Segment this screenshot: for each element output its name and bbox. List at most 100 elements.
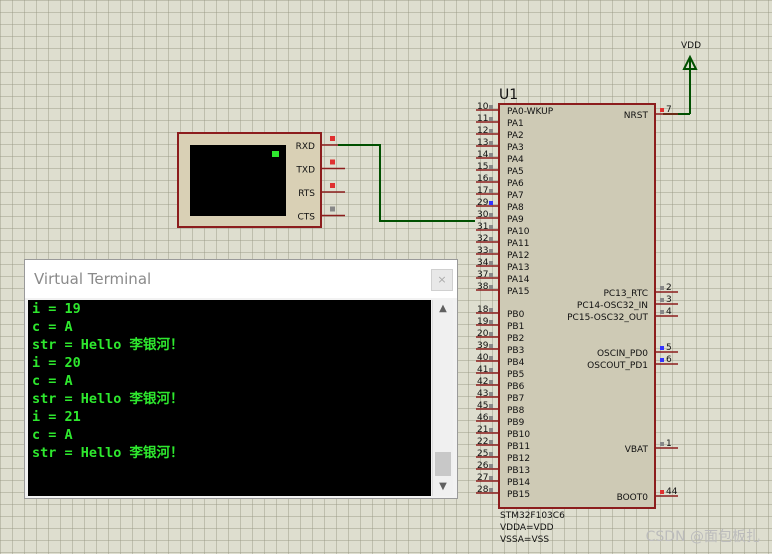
terminal-line: i = 21: [32, 409, 81, 425]
virtual-terminal-title: Virtual Terminal: [34, 270, 152, 288]
pin-name: PA12: [507, 251, 529, 261]
pin-number: 30: [477, 210, 489, 220]
watermark: CSDN @面包板扎: [645, 529, 760, 545]
pin-name: PA14: [507, 275, 530, 285]
virtual-terminal-window[interactable]: Virtual Terminal × i = 19 c = A str = He…: [24, 259, 458, 499]
pin-name: PB12: [507, 454, 530, 464]
pin-name: PC15-OSC32_OUT: [567, 313, 648, 323]
pin-number: 15: [477, 162, 488, 172]
pin-number: 46: [477, 413, 489, 423]
terminal-output[interactable]: i = 19 c = A str = Hello 李银河！ i = 20 c =…: [28, 300, 431, 496]
pin-number: 41: [477, 365, 488, 375]
terminal-line: c = A: [32, 427, 73, 443]
pin-number: 1: [666, 439, 672, 449]
pin-name: PB10: [507, 430, 530, 440]
pin-number: 12: [477, 126, 488, 136]
terminal-line: i = 20: [32, 355, 81, 371]
close-button[interactable]: ×: [431, 269, 453, 291]
pin-number: 11: [477, 114, 488, 124]
pin-name: RXD: [296, 142, 315, 152]
terminal-line: str = Hello 李银河！: [32, 391, 184, 407]
pin-number: 45: [477, 401, 488, 411]
pin-number: 26: [477, 461, 489, 471]
pin-number: 29: [477, 198, 489, 208]
terminal-line: c = A: [32, 319, 73, 335]
pin-number: 42: [477, 377, 488, 387]
pin-name: PC13_RTC: [603, 289, 648, 299]
pin-number: 5: [666, 343, 672, 353]
pin-name: PB1: [507, 322, 524, 332]
pin-number: 2: [666, 283, 672, 293]
terminal-line: i = 19: [32, 301, 81, 317]
pin-name: PA9: [507, 215, 524, 225]
pin-number: 6: [666, 355, 672, 365]
scrollbar-thumb[interactable]: [435, 452, 451, 476]
scroll-down-icon[interactable]: ▼: [433, 478, 453, 496]
vdd-terminal[interactable]: [682, 54, 698, 114]
pin-number: 25: [477, 449, 488, 459]
vdd-label: VDD: [681, 41, 701, 51]
terminal-line: c = A: [32, 373, 73, 389]
pin-name: OSCIN_PD0: [597, 349, 648, 359]
pin-number: 37: [477, 270, 488, 280]
pin-name: CTS: [298, 213, 316, 223]
pin-name: PC14-OSC32_IN: [577, 301, 648, 311]
pin-name: PB15: [507, 490, 530, 500]
terminal-scrollbar[interactable]: ▲ ▼: [432, 300, 453, 496]
virtual-terminal-titlebar[interactable]: Virtual Terminal ×: [25, 260, 457, 298]
pin-name: PA10: [507, 227, 530, 237]
mcu-prop-vdda: VDDA=VDD: [500, 523, 554, 533]
pin-name: PA0-WKUP: [507, 107, 554, 117]
pin-name: PB6: [507, 382, 525, 392]
mcu-prop-vssa: VSSA=VSS: [500, 535, 549, 545]
pin-name: PB4: [507, 358, 525, 368]
pin-number: 32: [477, 234, 488, 244]
pin-name: PA13: [507, 263, 529, 273]
pin-name: PA2: [507, 131, 524, 141]
pin-name: TXD: [295, 166, 315, 176]
pin-name: RTS: [298, 189, 315, 199]
pin-number: 16: [477, 174, 489, 184]
pin-name: BOOT0: [617, 493, 649, 503]
pin-name: PA15: [507, 287, 529, 297]
pin-number: 34: [477, 258, 489, 268]
pin-number: 27: [477, 473, 488, 483]
pin-number: 4: [666, 307, 672, 317]
pin-name: OSCOUT_PD1: [587, 361, 648, 371]
pin-number: 39: [477, 341, 489, 351]
pin-number: 28: [477, 485, 489, 495]
pin-name: PB3: [507, 346, 524, 356]
pin-name: PA1: [507, 119, 524, 129]
pin-name: VBAT: [625, 445, 649, 455]
rxd-pa9-wire[interactable]: [338, 144, 475, 222]
pin-number: 21: [477, 425, 488, 435]
pin-number: 14: [477, 150, 489, 160]
pin-number: 33: [477, 246, 488, 256]
pin-name: PB9: [507, 418, 525, 428]
pin-number: 43: [477, 389, 488, 399]
pin-number: 19: [477, 317, 489, 327]
pin-number: 17: [477, 186, 488, 196]
pin-number: 13: [477, 138, 488, 148]
pin-number: 22: [477, 437, 488, 447]
mcu-ref-label: U1: [499, 87, 518, 103]
pin-number: 18: [477, 305, 489, 315]
pin-name: PA4: [507, 155, 524, 165]
pin-number: 3: [666, 295, 672, 305]
pin-name: PA11: [507, 239, 529, 249]
pin-name: PB0: [507, 310, 525, 320]
pin-name: PA5: [507, 167, 524, 177]
pin-name: PB11: [507, 442, 530, 452]
pin-number: 38: [477, 282, 489, 292]
pin-number: 7: [666, 105, 672, 115]
pin-name: PB5: [507, 370, 524, 380]
pin-name: PA6: [507, 179, 524, 189]
pin-number: 31: [477, 222, 488, 232]
scroll-up-icon[interactable]: ▲: [433, 300, 453, 318]
pin-name: PB2: [507, 334, 524, 344]
pin-name: PB13: [507, 466, 530, 476]
pin-number: 20: [477, 329, 489, 339]
pin-name: PA3: [507, 143, 524, 153]
pin-number: 40: [477, 353, 489, 363]
pin-name: PB8: [507, 406, 525, 416]
